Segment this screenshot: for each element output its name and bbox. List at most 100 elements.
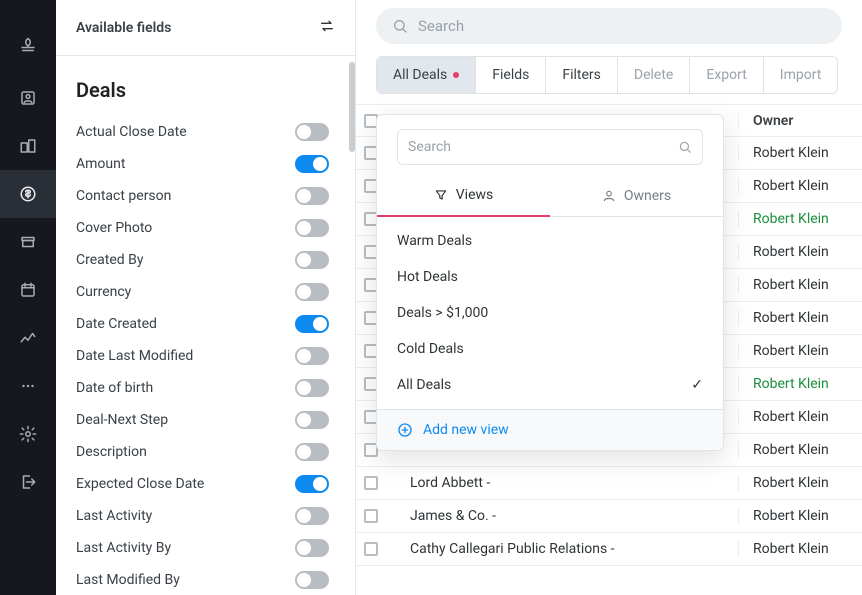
field-label: Deal-Next Step	[76, 412, 168, 428]
fields-button[interactable]: Fields	[476, 57, 546, 93]
view-option[interactable]: All Deals✓	[377, 367, 723, 403]
field-row: Last Activity By	[56, 532, 349, 564]
contacts-icon[interactable]	[0, 74, 56, 122]
field-row: Date Created	[56, 308, 349, 340]
field-group-title: Deals	[56, 56, 349, 116]
field-row: Date of birth	[56, 372, 349, 404]
cell-name: James & Co. -	[400, 508, 738, 524]
deals-icon[interactable]	[0, 170, 56, 218]
table-row[interactable]: James & Co. -Robert Klein	[356, 500, 862, 533]
view-option-label: Cold Deals	[397, 341, 464, 357]
toolbar: All Deals Fields Filters Delete Export I…	[356, 56, 862, 104]
view-option[interactable]: Deals > $1,000	[377, 295, 723, 331]
field-toggle[interactable]	[295, 123, 329, 141]
cell-name: Lord Abbett -	[400, 475, 738, 491]
field-toggle[interactable]	[295, 219, 329, 237]
calendar-icon[interactable]	[0, 266, 56, 314]
logout-icon[interactable]	[0, 458, 56, 506]
tab-owners[interactable]: Owners	[550, 175, 723, 217]
global-search[interactable]: Search	[376, 8, 842, 44]
field-row: Currency	[56, 276, 349, 308]
cell-owner: Robert Klein	[738, 409, 848, 425]
delete-button[interactable]: Delete	[618, 57, 690, 93]
swap-columns-icon[interactable]	[319, 18, 335, 38]
search-placeholder: Search	[418, 17, 464, 35]
field-row: Last Modified By	[56, 564, 349, 595]
cell-owner[interactable]: Robert Klein	[738, 376, 848, 392]
table-row[interactable]: Lord Abbett -Robert Klein	[356, 467, 862, 500]
view-option[interactable]: Cold Deals	[377, 331, 723, 367]
main-area: Search All Deals Fields Filters Delete E…	[356, 0, 862, 595]
field-toggle[interactable]	[295, 155, 329, 173]
export-button[interactable]: Export	[690, 57, 763, 93]
more-icon[interactable]	[0, 362, 56, 410]
field-label: Date Last Modified	[76, 348, 193, 364]
field-label: Expected Close Date	[76, 476, 204, 492]
field-toggle[interactable]	[295, 379, 329, 397]
views-dropdown: Search Views Owners Warm Deals Hot Deals D…	[376, 114, 724, 451]
field-toggle[interactable]	[295, 539, 329, 557]
field-toggle[interactable]	[295, 475, 329, 493]
import-button[interactable]: Import	[764, 57, 838, 93]
field-label: Contact person	[76, 188, 171, 204]
field-toggle[interactable]	[295, 347, 329, 365]
person-icon	[602, 189, 616, 203]
fields-panel: Available fields Deals Actual Close Date…	[56, 0, 356, 595]
logo-icon[interactable]	[0, 18, 56, 74]
field-toggle[interactable]	[295, 507, 329, 525]
filters-button[interactable]: Filters	[546, 57, 618, 93]
view-option-label: Hot Deals	[397, 269, 458, 285]
field-toggle[interactable]	[295, 571, 329, 589]
cell-owner: Robert Klein	[738, 277, 848, 293]
row-checkbox[interactable]	[364, 542, 378, 556]
funnel-icon	[434, 188, 448, 202]
scrollbar-thumb[interactable]	[349, 62, 355, 152]
field-row: Deal-Next Step	[56, 404, 349, 436]
unsaved-dot-icon	[453, 72, 459, 78]
field-label: Last Activity By	[76, 540, 171, 556]
row-checkbox[interactable]	[364, 509, 378, 523]
field-label: Date Created	[76, 316, 157, 332]
field-toggle[interactable]	[295, 283, 329, 301]
view-option-label: Warm Deals	[397, 233, 472, 249]
views-search[interactable]: Search	[397, 129, 703, 165]
field-toggle[interactable]	[295, 443, 329, 461]
table-row[interactable]: Cathy Callegari Public Relations -Robert…	[356, 533, 862, 566]
col-owner: Owner	[738, 113, 848, 129]
cell-owner: Robert Klein	[738, 442, 848, 458]
row-checkbox[interactable]	[364, 476, 378, 490]
organisations-icon[interactable]	[0, 122, 56, 170]
cell-owner: Robert Klein	[738, 508, 848, 524]
nav-rail	[0, 0, 56, 595]
add-view-button[interactable]: Add new view	[377, 409, 723, 450]
field-toggle[interactable]	[295, 251, 329, 269]
search-icon	[392, 18, 408, 34]
tab-views[interactable]: Views	[377, 175, 550, 217]
field-label: Amount	[76, 156, 125, 172]
panel-title: Available fields	[76, 20, 171, 36]
field-toggle[interactable]	[295, 411, 329, 429]
field-label: Cover Photo	[76, 220, 152, 236]
search-icon	[678, 140, 692, 154]
view-option[interactable]: Warm Deals	[377, 223, 723, 259]
field-label: Actual Close Date	[76, 124, 187, 140]
cell-owner[interactable]: Robert Klein	[738, 211, 848, 227]
field-label: Last Activity	[76, 508, 152, 524]
field-row: Actual Close Date	[56, 116, 349, 148]
field-label: Currency	[76, 284, 131, 300]
archive-icon[interactable]	[0, 218, 56, 266]
field-toggle[interactable]	[295, 315, 329, 333]
view-option-label: All Deals	[397, 377, 451, 393]
field-row: Date Last Modified	[56, 340, 349, 372]
field-label: Last Modified By	[76, 572, 180, 588]
field-label: Created By	[76, 252, 143, 268]
settings-icon[interactable]	[0, 410, 56, 458]
view-option[interactable]: Hot Deals	[377, 259, 723, 295]
cell-owner: Robert Klein	[738, 310, 848, 326]
field-row: Cover Photo	[56, 212, 349, 244]
field-row: Description	[56, 436, 349, 468]
activity-icon[interactable]	[0, 314, 56, 362]
field-row: Last Activity	[56, 500, 349, 532]
view-selector[interactable]: All Deals	[377, 57, 476, 93]
field-toggle[interactable]	[295, 187, 329, 205]
